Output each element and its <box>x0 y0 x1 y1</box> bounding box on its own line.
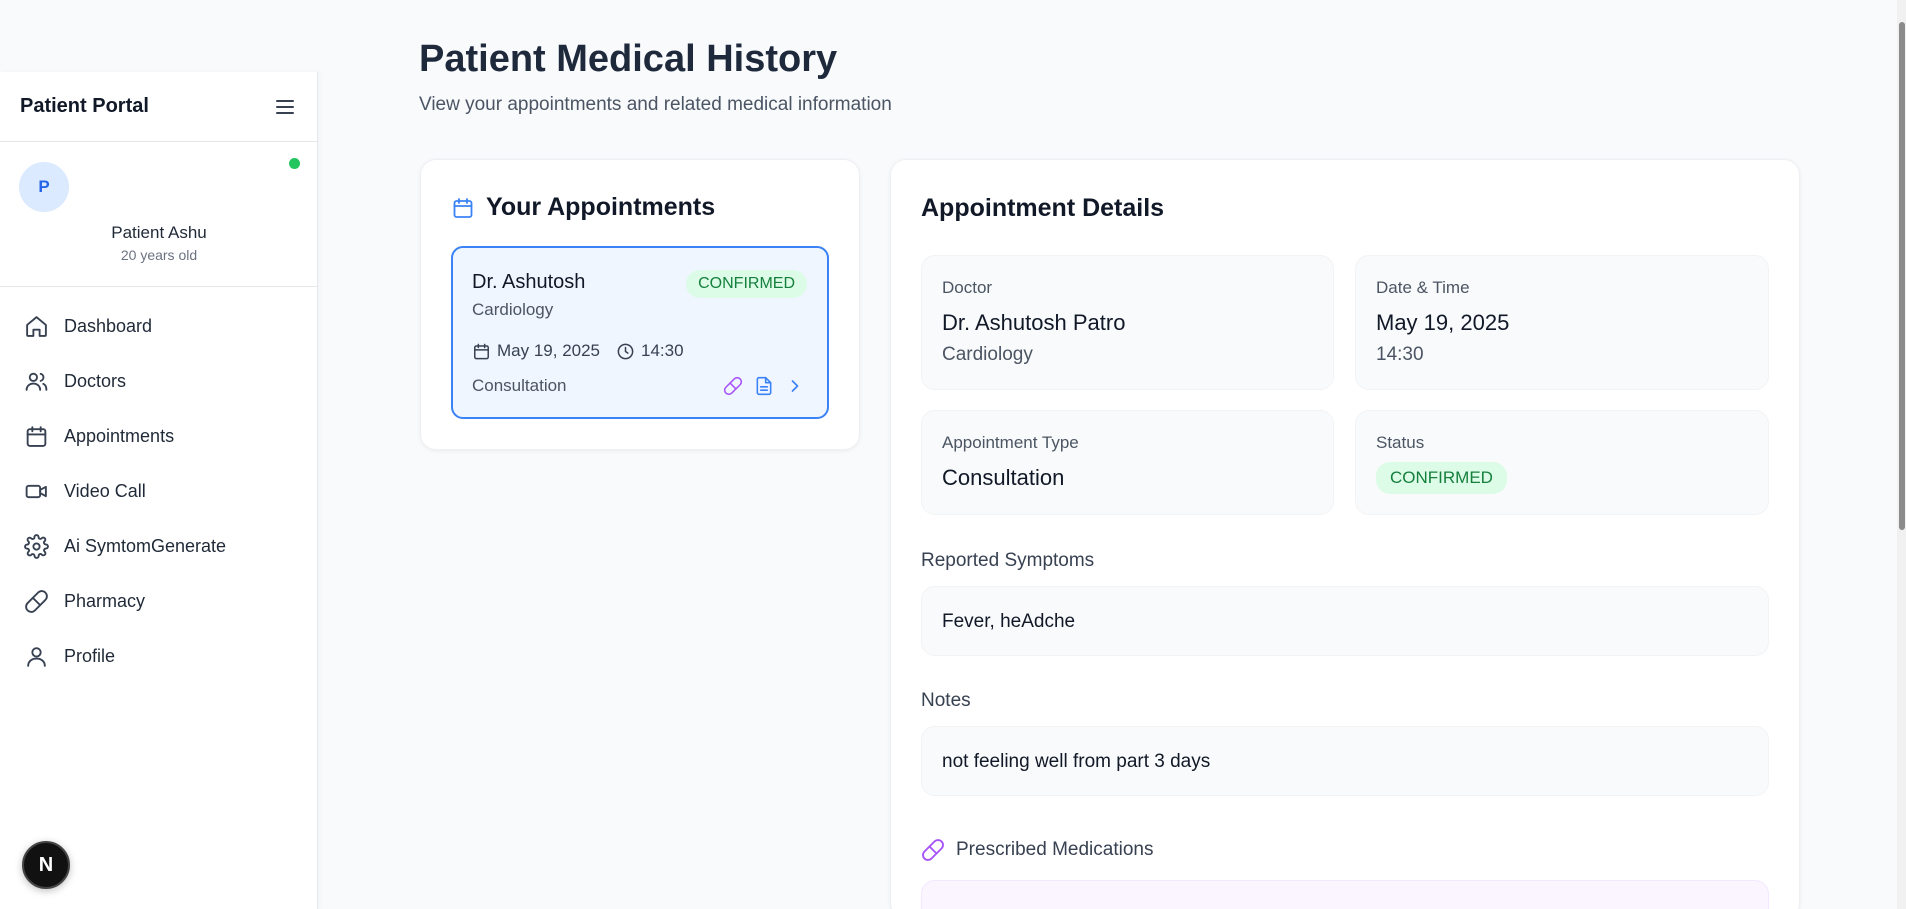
sidebar-item-ai-symptom-generate[interactable]: Ai SymtomGenerate <box>0 519 317 574</box>
sidebar-item-label: Pharmacy <box>64 591 146 611</box>
sidebar-item-label: Profile <box>64 646 116 666</box>
medications-header: Prescribed Medications <box>921 838 1153 862</box>
sidebar-item-video-call[interactable]: Video Call <box>0 464 317 519</box>
online-status-indicator <box>289 158 300 169</box>
medication-list-item <box>921 880 1769 909</box>
appointment-date: May 19, 2025 <box>1376 310 1510 335</box>
pill-icon[interactable] <box>723 376 743 396</box>
appointment-actions <box>712 376 805 396</box>
doctor-label: Doctor <box>942 278 993 297</box>
notes-text: not feeling well from part 3 days <box>942 751 1211 772</box>
appointment-doctor: Dr. Ashutosh <box>472 271 586 293</box>
appointment-details-card: Appointment Details Doctor Dr. Ashutosh … <box>890 159 1800 909</box>
type-label: Appointment Type <box>942 433 1079 452</box>
appointments-header: Your Appointments <box>451 193 715 222</box>
sidebar-title: Patient Portal <box>20 95 149 117</box>
hamburger-menu-icon[interactable] <box>273 95 297 119</box>
appointment-details-title: Appointment Details <box>921 194 1165 222</box>
notes-box: not feeling well from part 3 days <box>921 726 1769 796</box>
sidebar-nav: Dashboard Doctors Appointments Video Cal… <box>0 287 317 684</box>
avatar[interactable]: P <box>19 162 69 212</box>
status-info-box: Status CONFIRMED <box>1355 410 1769 515</box>
gear-icon <box>24 534 49 559</box>
sidebar-item-label: Video Call <box>64 481 146 501</box>
datetime-label: Date & Time <box>1376 278 1470 297</box>
status-label: Status <box>1376 433 1425 452</box>
home-icon <box>24 314 49 339</box>
video-icon <box>24 479 49 504</box>
status-badge-label: CONFIRMED <box>1376 462 1507 494</box>
status-badge: CONFIRMED <box>1376 462 1507 494</box>
symptoms-box: Fever, heAdche <box>921 586 1769 656</box>
page-subtitle: View your appointments and related medic… <box>419 94 892 115</box>
calendar-icon <box>451 196 475 220</box>
pill-icon <box>921 838 945 862</box>
appointment-datetime: May 19, 2025 14:30 <box>472 341 684 361</box>
symptoms-label: Reported Symptoms <box>921 550 1095 571</box>
appointment-specialty: Cardiology <box>472 300 554 319</box>
appointment-time: 14:30 <box>641 341 684 360</box>
appointment-list-item[interactable]: Dr. Ashutosh Cardiology CONFIRMED May 19… <box>451 246 829 419</box>
user-icon <box>24 644 49 669</box>
appointments-card: Your Appointments Dr. Ashutosh Cardiolog… <box>420 159 860 450</box>
pill-icon <box>24 589 49 614</box>
clock-icon <box>616 342 635 361</box>
page-scrollbar[interactable] <box>1897 0 1906 909</box>
page-title: Patient Medical History <box>419 38 838 80</box>
medications-label: Prescribed Medications <box>956 839 1154 860</box>
sidebar-item-profile[interactable]: Profile <box>0 629 317 684</box>
doctor-info-box: Doctor Dr. Ashutosh Patro Cardiology <box>921 255 1334 390</box>
appointment-type: Consultation <box>942 465 1065 490</box>
sidebar-item-label: Dashboard <box>64 316 153 336</box>
appointments-title: Your Appointments <box>486 193 716 221</box>
sidebar-item-appointments[interactable]: Appointments <box>0 409 317 464</box>
appointment-type: Consultation <box>472 376 567 395</box>
user-name: Patient Ashu <box>111 223 207 242</box>
chevron-right-icon[interactable] <box>785 376 805 396</box>
users-icon <box>24 369 49 394</box>
notes-label: Notes <box>921 690 971 711</box>
user-age: 20 years old <box>120 247 198 263</box>
sidebar-item-label: Appointments <box>64 426 175 446</box>
sidebar-item-label: Doctors <box>64 371 127 391</box>
doctor-name: Dr. Ashutosh Patro <box>942 310 1126 335</box>
doctor-specialty: Cardiology <box>942 344 1033 365</box>
appointment-time: 14:30 <box>1376 344 1424 365</box>
sidebar-item-label: Ai SymtomGenerate <box>64 536 227 556</box>
appointment-date: May 19, 2025 <box>497 341 601 360</box>
status-badge: CONFIRMED <box>686 270 807 298</box>
document-icon[interactable] <box>754 376 774 396</box>
status-badge-label: CONFIRMED <box>686 270 807 298</box>
datetime-info-box: Date & Time May 19, 2025 14:30 <box>1355 255 1769 390</box>
scrollbar-thumb[interactable] <box>1899 22 1905 530</box>
sidebar-header: Patient Portal <box>0 72 317 142</box>
sidebar-item-dashboard[interactable]: Dashboard <box>0 299 317 354</box>
calendar-icon <box>472 342 491 361</box>
type-info-box: Appointment Type Consultation <box>921 410 1334 515</box>
sidebar: Patient Portal P Patient Ashu 20 years o… <box>0 72 318 909</box>
sidebar-item-doctors[interactable]: Doctors <box>0 354 317 409</box>
symptoms-text: Fever, heAdche <box>942 611 1076 632</box>
dev-tools-badge[interactable]: N <box>22 841 70 889</box>
sidebar-item-pharmacy[interactable]: Pharmacy <box>0 574 317 629</box>
calendar-icon <box>24 424 49 449</box>
user-profile-summary: P Patient Ashu 20 years old <box>0 142 317 287</box>
